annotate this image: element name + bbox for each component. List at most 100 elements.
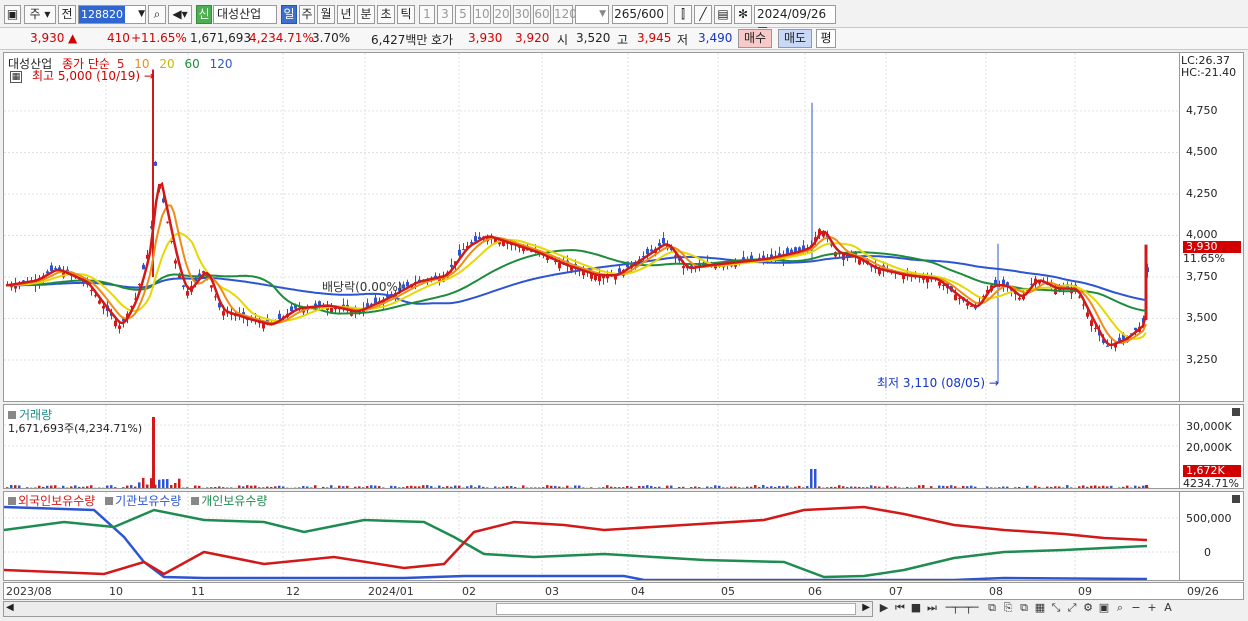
period-week[interactable]: 주 [299, 5, 315, 24]
buy-button[interactable]: 매수 [738, 29, 772, 48]
volume-bar [274, 486, 277, 488]
volume-bar [938, 485, 941, 488]
volume-bar [314, 485, 317, 488]
gear-icon[interactable]: ✻ [734, 5, 752, 24]
interval-1[interactable]: 1 [419, 5, 435, 24]
volume-bar [534, 487, 537, 488]
date-input[interactable]: 2024/09/26 ▦ [754, 5, 836, 38]
interval-20[interactable]: 20 [493, 5, 511, 24]
rewind-icon[interactable]: ⏮ [892, 601, 908, 615]
font-icon[interactable]: A [1160, 601, 1176, 614]
interval-10[interactable]: 10 [473, 5, 491, 24]
volume-bar [1110, 485, 1113, 488]
axis-tick-4750: 4,750 [1186, 104, 1218, 117]
volume-bar [894, 486, 897, 488]
sell-button[interactable]: 매도 [778, 29, 812, 48]
candle-icon[interactable]: ⫿ [674, 5, 692, 24]
end-icon[interactable]: ⏭ [924, 601, 940, 615]
plus-icon[interactable]: + [1144, 601, 1160, 614]
close-icon[interactable] [1232, 495, 1240, 503]
volume-bar [286, 487, 289, 488]
code-input[interactable]: 128820 ▼ [78, 5, 146, 24]
axis-tick-3750: 3,750 [1186, 270, 1218, 283]
image-icon[interactable]: ▣ [1096, 601, 1112, 614]
horizontal-scrollbar[interactable]: ◀ ▶ [3, 601, 873, 617]
hc-label: HC:-21.40 [1181, 66, 1237, 79]
scroll-right-icon[interactable]: ▶ [862, 602, 870, 613]
stop-icon[interactable]: ■ [908, 601, 924, 614]
copy-icon[interactable]: ⎘ [1000, 601, 1016, 615]
draw-line-icon[interactable]: ⤡ [1048, 601, 1064, 615]
play-icon[interactable]: ▶ [876, 601, 892, 614]
stock-name[interactable]: 대성산업 [213, 5, 277, 24]
volume-bar [1062, 487, 1065, 488]
volume-bar [318, 487, 321, 488]
legend-foreign: 외국인보유수량 [18, 494, 96, 508]
volume-bar [698, 487, 701, 488]
chart-icon[interactable]: ▦ [1032, 601, 1048, 614]
quote-bar: 3,930 ▲ 410 +11.65% 1,671,693 4,234.71% … [0, 28, 1248, 50]
count-input[interactable]: 265/600 [612, 5, 668, 24]
interval-dropdown[interactable]: ▼ [575, 5, 609, 24]
market-select[interactable]: 주 ▾ [24, 5, 56, 24]
period-second[interactable]: 초 [377, 5, 395, 24]
eval-button[interactable]: 평 [816, 29, 836, 48]
volume-bar [78, 486, 81, 488]
settings-icon[interactable]: ⚙ [1080, 601, 1096, 614]
axis-tick-4500: 4,500 [1186, 145, 1218, 158]
volume-bar [958, 487, 961, 488]
volume-bar [198, 485, 201, 488]
draw-icon[interactable]: ╱ [694, 5, 712, 24]
period-tick[interactable]: 틱 [397, 5, 415, 24]
scroll-left-icon[interactable]: ◀ [6, 602, 14, 613]
layout-icon[interactable]: ▣ [4, 5, 21, 24]
holdings-chart-panel[interactable]: 외국인보유수량 기관보유수량 개인보유수량 [3, 491, 1180, 581]
grid-icon[interactable]: ▦ [10, 71, 22, 83]
volume-bar [1070, 487, 1073, 488]
price-chart-panel[interactable]: 대성산업 종가 단순 5 10 20 60 120 ▦ 최고 5,000 (10… [3, 52, 1180, 402]
volume-bar [1142, 485, 1145, 488]
bid-price: 3,920 [515, 31, 550, 45]
candle-body [682, 266, 685, 269]
close-icon[interactable] [1232, 408, 1240, 416]
volume-bar [734, 486, 737, 488]
current-price: 3,930 [30, 31, 65, 45]
volume-bar [194, 485, 197, 488]
volume-bar [878, 486, 881, 488]
volume-chart-panel[interactable]: 거래량 1,671,693주(4,234.71%) [3, 404, 1180, 489]
prev-button[interactable]: 전 [58, 5, 76, 24]
chevron-down-icon[interactable]: ▼ [138, 6, 145, 23]
volume-current-tag: 1,672K [1183, 465, 1241, 477]
period-day[interactable]: 일 [281, 5, 297, 24]
duplicate-icon[interactable]: ⧉ [1016, 601, 1032, 615]
interval-3[interactable]: 3 [437, 5, 453, 24]
interval-5[interactable]: 5 [455, 5, 471, 24]
interval-30[interactable]: 30 [513, 5, 531, 24]
sound-icon[interactable]: ◀▾ [168, 5, 192, 24]
period-month[interactable]: 월 [317, 5, 335, 24]
period-minute[interactable]: 분 [357, 5, 375, 24]
save-icon[interactable]: ▤ [714, 5, 732, 24]
legend-individual: 개인보유수량 [201, 494, 268, 508]
zoom-slider[interactable]: ─┬─┬─ [940, 601, 984, 614]
volume-bar [146, 484, 149, 488]
volume-bar [902, 487, 905, 488]
volume-bar [346, 485, 349, 488]
interval-120[interactable]: 120 [553, 5, 577, 24]
search-icon[interactable]: ⌕ [148, 5, 166, 24]
period-year[interactable]: 년 [337, 5, 355, 24]
volume-bar [466, 486, 469, 488]
volume-bar [34, 487, 37, 488]
volume-bar [930, 486, 933, 488]
volume-bar [954, 486, 957, 488]
minus-icon[interactable]: − [1128, 601, 1144, 614]
volume-bar [50, 485, 53, 488]
toolbar: ▣ 주 ▾ 전 128820 ▼ ⌕ ◀▾ 신 대성산업 일 주 월 년 분 초 … [0, 0, 1248, 38]
draw-line2-icon[interactable]: ⤢ [1064, 601, 1080, 615]
volume-bar [1098, 486, 1101, 488]
link-icon[interactable]: ⧉ [984, 601, 1000, 615]
scroll-thumb[interactable] [496, 603, 856, 615]
volume-bar [618, 487, 621, 488]
interval-60[interactable]: 60 [533, 5, 551, 24]
zoom-search-icon[interactable]: ⌕ [1112, 601, 1128, 615]
